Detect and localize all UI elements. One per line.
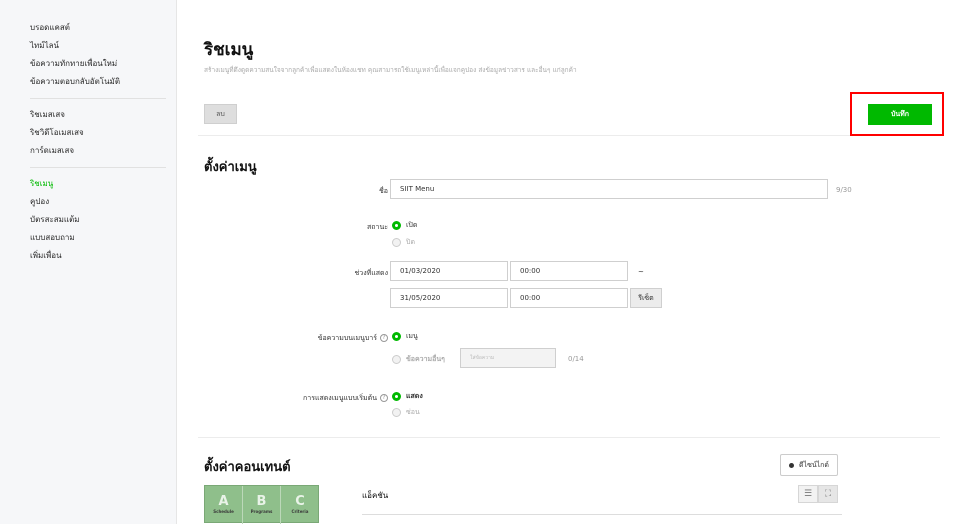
- menubar-other-label: ข้อความอื่นๆ: [406, 355, 445, 363]
- radio-unselected-icon: [392, 408, 401, 417]
- default-display-label-text: การแสดงเมนูแบบเริ่มต้น: [303, 394, 377, 402]
- status-off-label: ปิด: [406, 238, 415, 246]
- help-icon[interactable]: ?: [380, 334, 388, 342]
- display-period-label: ช่วงที่แสดง: [354, 269, 388, 277]
- radio-selected-icon: [392, 221, 401, 230]
- radio-selected-icon: [392, 332, 401, 341]
- sidebar-item-rich-menu[interactable]: ริชเมนู: [30, 175, 176, 193]
- design-guide-label: ดีไซน์ไกด์: [799, 460, 829, 469]
- menubar-text-label-text: ข้อความบนเมนูบาร์: [317, 334, 377, 342]
- menubar-text-input[interactable]: ใส่ข้อความ: [460, 348, 556, 368]
- default-hide-radio[interactable]: ซ่อน: [392, 407, 420, 418]
- view-toggle: ☰ ⛶: [798, 485, 838, 503]
- status-label: สถานะ: [367, 223, 388, 231]
- sidebar-item-card-message[interactable]: การ์ดเมสเสจ: [30, 142, 176, 160]
- radio-unselected-icon: [392, 355, 401, 364]
- sidebar-divider: [30, 98, 166, 99]
- template-cell-b[interactable]: B Programs: [243, 486, 281, 524]
- menubar-menu-label: เมนู: [406, 332, 418, 340]
- template-caption: Schedule: [213, 509, 234, 514]
- sidebar-item-broadcast[interactable]: บรอดแคสต์: [30, 19, 176, 37]
- page-description: สร้างเมนูที่ดึงดูดความสนใจจากลูกค้าเพื่อ…: [204, 66, 577, 74]
- action-label: แอ็คชัน: [362, 491, 389, 500]
- default-hide-label: ซ่อน: [406, 408, 420, 416]
- design-guide-button[interactable]: ดีไซน์ไกด์: [780, 454, 838, 476]
- sidebar-item-timeline[interactable]: ไทม์ไลน์: [30, 37, 176, 55]
- reset-button[interactable]: รีเซ็ต: [630, 288, 662, 308]
- template-caption: Criteria: [291, 509, 309, 514]
- status-on-radio[interactable]: เปิด: [392, 220, 417, 231]
- toolbar: ลบ บันทึก: [198, 92, 944, 136]
- radio-selected-icon: [392, 392, 401, 401]
- start-time-input[interactable]: 00:00: [510, 261, 628, 281]
- menubar-menu-radio[interactable]: เมนู: [392, 331, 418, 342]
- menubar-text-label: ข้อความบนเมนูบาร์?: [318, 333, 388, 344]
- save-highlight-box: บันทึก: [850, 92, 944, 136]
- end-time-input[interactable]: 00:00: [510, 288, 628, 308]
- template-letter: C: [295, 494, 305, 509]
- sidebar-item-reward-card[interactable]: บัตรสะสมแต้ม: [30, 211, 176, 229]
- menu-template-preview[interactable]: A Schedule B Programs C Criteria: [204, 485, 319, 524]
- help-icon[interactable]: ?: [380, 394, 388, 402]
- radio-unselected-icon: [392, 238, 401, 247]
- sidebar-item-survey[interactable]: แบบสอบถาม: [30, 229, 176, 247]
- expand-view-icon[interactable]: ⛶: [818, 485, 838, 503]
- list-view-icon[interactable]: ☰: [798, 485, 818, 503]
- end-date-input[interactable]: 31/05/2020: [390, 288, 508, 308]
- start-date-input[interactable]: 01/03/2020: [390, 261, 508, 281]
- status-off-radio[interactable]: ปิด: [392, 237, 415, 248]
- save-button[interactable]: บันทึก: [868, 104, 932, 125]
- default-display-label: การแสดงเมนูแบบเริ่มต้น?: [303, 393, 388, 404]
- section-divider: [198, 437, 940, 438]
- menubar-other-radio[interactable]: ข้อความอื่นๆ: [392, 354, 445, 365]
- menu-settings-title: ตั้งค่าเมนู: [204, 160, 257, 175]
- sidebar: บรอดแคสต์ ไทม์ไลน์ ข้อความทักทายเพื่อนให…: [0, 0, 177, 524]
- delete-button[interactable]: ลบ: [204, 104, 237, 124]
- template-letter: B: [256, 494, 267, 509]
- default-show-label: แสดง: [406, 392, 423, 400]
- name-counter: 9/30: [836, 186, 852, 194]
- template-cell-a[interactable]: A Schedule: [205, 486, 243, 524]
- template-letter: A: [218, 494, 229, 509]
- date-range-separator: ~: [638, 268, 644, 276]
- sidebar-divider: [30, 167, 166, 168]
- sidebar-item-add-friends[interactable]: เพิ่มเพื่อน: [30, 247, 176, 265]
- action-area-border: [362, 514, 842, 515]
- content-settings-title: ตั้งค่าคอนเทนต์: [204, 460, 291, 475]
- template-caption: Programs: [250, 509, 273, 514]
- sidebar-item-rich-message[interactable]: ริชเมสเสจ: [30, 106, 176, 124]
- menubar-text-counter: 0/14: [568, 355, 584, 363]
- sidebar-item-coupon[interactable]: คูปอง: [30, 193, 176, 211]
- sidebar-item-auto-reply[interactable]: ข้อความตอบกลับอัตโนมัติ: [30, 73, 176, 91]
- sidebar-item-greeting-message[interactable]: ข้อความทักทายเพื่อนใหม่: [30, 55, 176, 73]
- sidebar-item-rich-video-message[interactable]: ริชวิดีโอเมสเสจ: [30, 124, 176, 142]
- page-title: ริชเมนู: [204, 40, 254, 60]
- default-show-radio[interactable]: แสดง: [392, 391, 423, 402]
- bullet-icon: [789, 462, 794, 468]
- status-on-label: เปิด: [406, 221, 418, 229]
- template-cell-c[interactable]: C Criteria: [281, 486, 319, 524]
- name-input[interactable]: SIIT Menu: [390, 179, 828, 199]
- main-content: ริชเมนู สร้างเมนูที่ดึงดูดความสนใจจากลูก…: [178, 0, 955, 524]
- name-label: ชื่อ: [379, 187, 388, 195]
